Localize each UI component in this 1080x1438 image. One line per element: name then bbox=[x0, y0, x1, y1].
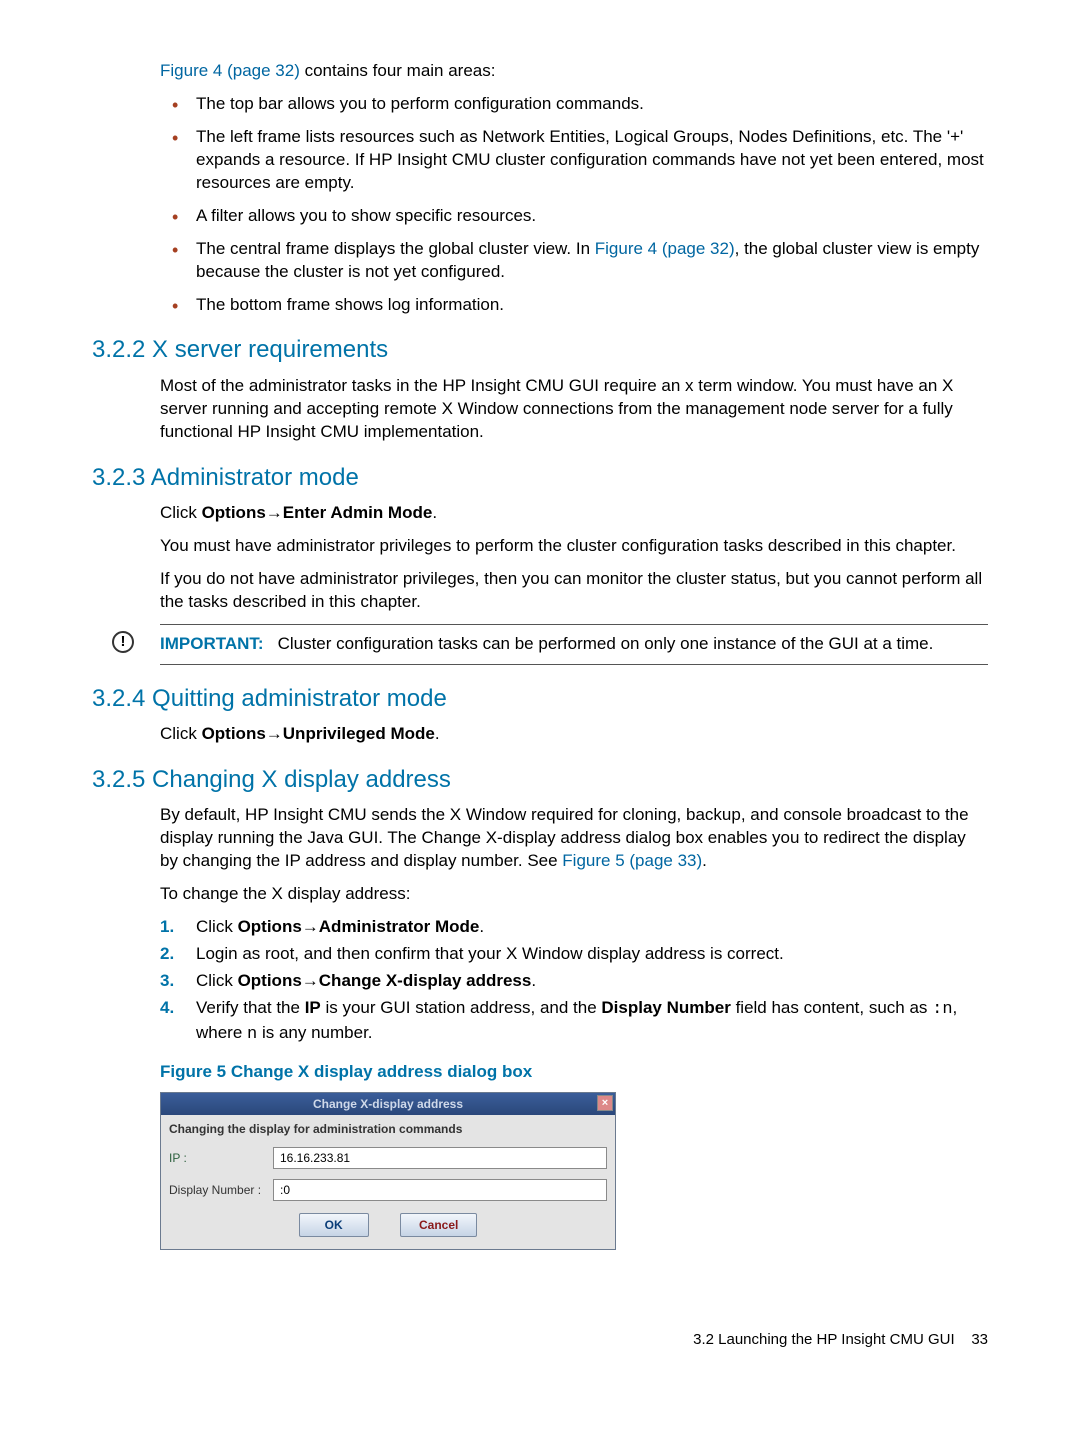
text: . bbox=[479, 917, 484, 936]
dialog-body: Changing the display for administration … bbox=[161, 1115, 615, 1249]
text: . bbox=[435, 724, 440, 743]
close-icon[interactable]: × bbox=[597, 1095, 613, 1111]
intro-tail: contains four main areas: bbox=[300, 61, 496, 80]
page-number: 33 bbox=[971, 1331, 988, 1348]
text: is any number. bbox=[257, 1023, 372, 1042]
code-text: n bbox=[247, 1025, 257, 1044]
steps-list: Click Options→Administrator Mode. Login … bbox=[160, 916, 988, 1047]
figure-4-link[interactable]: Figure 4 (page 32) bbox=[595, 239, 735, 258]
code-text: :n bbox=[932, 1000, 952, 1019]
ok-button[interactable]: OK bbox=[299, 1213, 369, 1237]
step-item: Click Options→Change X-display address. bbox=[160, 970, 988, 993]
change-x-display-dialog: Change X-display address × Changing the … bbox=[160, 1092, 616, 1251]
display-number-input[interactable] bbox=[273, 1179, 607, 1201]
text: . bbox=[531, 971, 536, 990]
menu-path: Options→Change X-display address bbox=[238, 971, 532, 990]
text: Click bbox=[196, 971, 238, 990]
display-number-row: Display Number : bbox=[169, 1179, 607, 1201]
body-text: By default, HP Insight CMU sends the X W… bbox=[160, 804, 988, 873]
page-footer: 3.2 Launching the HP Insight CMU GUI 33 bbox=[92, 1330, 988, 1350]
menu-path: Options→Administrator Mode bbox=[238, 917, 480, 936]
step-item: Verify that the IP is your GUI station a… bbox=[160, 997, 988, 1047]
cancel-button[interactable]: Cancel bbox=[400, 1213, 477, 1237]
bullet-item: The central frame displays the global cl… bbox=[160, 238, 988, 284]
text: Click bbox=[160, 724, 202, 743]
bullet-item: The bottom frame shows log information. bbox=[160, 294, 988, 317]
heading-323: 3.2.3 Administrator mode bbox=[92, 462, 988, 494]
bullet-item: A filter allows you to show specific res… bbox=[160, 205, 988, 228]
text: . bbox=[702, 851, 707, 870]
bullet-item: The top bar allows you to perform config… bbox=[160, 93, 988, 116]
dialog-titlebar[interactable]: Change X-display address × bbox=[161, 1093, 615, 1115]
display-number-label: Display Number : bbox=[169, 1182, 273, 1198]
click-instruction: Click Options→Unprivileged Mode. bbox=[160, 723, 988, 746]
footer-text: 3.2 Launching the HP Insight CMU GUI bbox=[693, 1331, 955, 1348]
intro-bullets: The top bar allows you to perform config… bbox=[160, 93, 988, 317]
body-text: Most of the administrator tasks in the H… bbox=[160, 375, 988, 444]
text: Verify that the bbox=[196, 998, 305, 1017]
dialog-subhead: Changing the display for administration … bbox=[169, 1121, 607, 1137]
text: is your GUI station address, and the bbox=[321, 998, 602, 1017]
click-instruction: Click Options→Enter Admin Mode. bbox=[160, 502, 988, 525]
text: field has content, such as bbox=[731, 998, 932, 1017]
important-text: Cluster configuration tasks can be perfo… bbox=[278, 634, 934, 653]
field-name: Display Number bbox=[601, 998, 730, 1017]
bullet-text: The central frame displays the global cl… bbox=[196, 239, 595, 258]
important-label: IMPORTANT: bbox=[160, 634, 264, 653]
intro-line: Figure 4 (page 32) contains four main ar… bbox=[160, 60, 988, 83]
text: Click bbox=[196, 917, 238, 936]
heading-324: 3.2.4 Quitting administrator mode bbox=[92, 683, 988, 715]
ip-row: IP : bbox=[169, 1147, 607, 1169]
dialog-title: Change X-display address bbox=[313, 1097, 463, 1111]
heading-325: 3.2.5 Changing X display address bbox=[92, 764, 988, 796]
body-text: To change the X display address: bbox=[160, 883, 988, 906]
dialog-buttons: OK Cancel bbox=[169, 1211, 607, 1241]
bullet-item: The left frame lists resources such as N… bbox=[160, 126, 988, 195]
important-icon: ! bbox=[112, 631, 134, 653]
figure-caption: Figure 5 Change X display address dialog… bbox=[160, 1061, 988, 1084]
field-name: IP bbox=[305, 998, 321, 1017]
menu-path: Options→Unprivileged Mode bbox=[202, 724, 435, 743]
body-text: You must have administrator privileges t… bbox=[160, 535, 988, 558]
text: Click bbox=[160, 503, 202, 522]
ip-input[interactable] bbox=[273, 1147, 607, 1169]
step-item: Click Options→Administrator Mode. bbox=[160, 916, 988, 939]
ip-label: IP : bbox=[169, 1150, 273, 1166]
text: . bbox=[432, 503, 437, 522]
heading-322: 3.2.2 X server requirements bbox=[92, 334, 988, 366]
step-item: Login as root, and then confirm that you… bbox=[160, 943, 988, 966]
menu-path: Options→Enter Admin Mode bbox=[202, 503, 433, 522]
figure-4-link[interactable]: Figure 4 (page 32) bbox=[160, 61, 300, 80]
body-text: If you do not have administrator privile… bbox=[160, 568, 988, 614]
important-note: ! IMPORTANT:Cluster configuration tasks … bbox=[160, 624, 988, 665]
figure-5-link[interactable]: Figure 5 (page 33) bbox=[562, 851, 702, 870]
